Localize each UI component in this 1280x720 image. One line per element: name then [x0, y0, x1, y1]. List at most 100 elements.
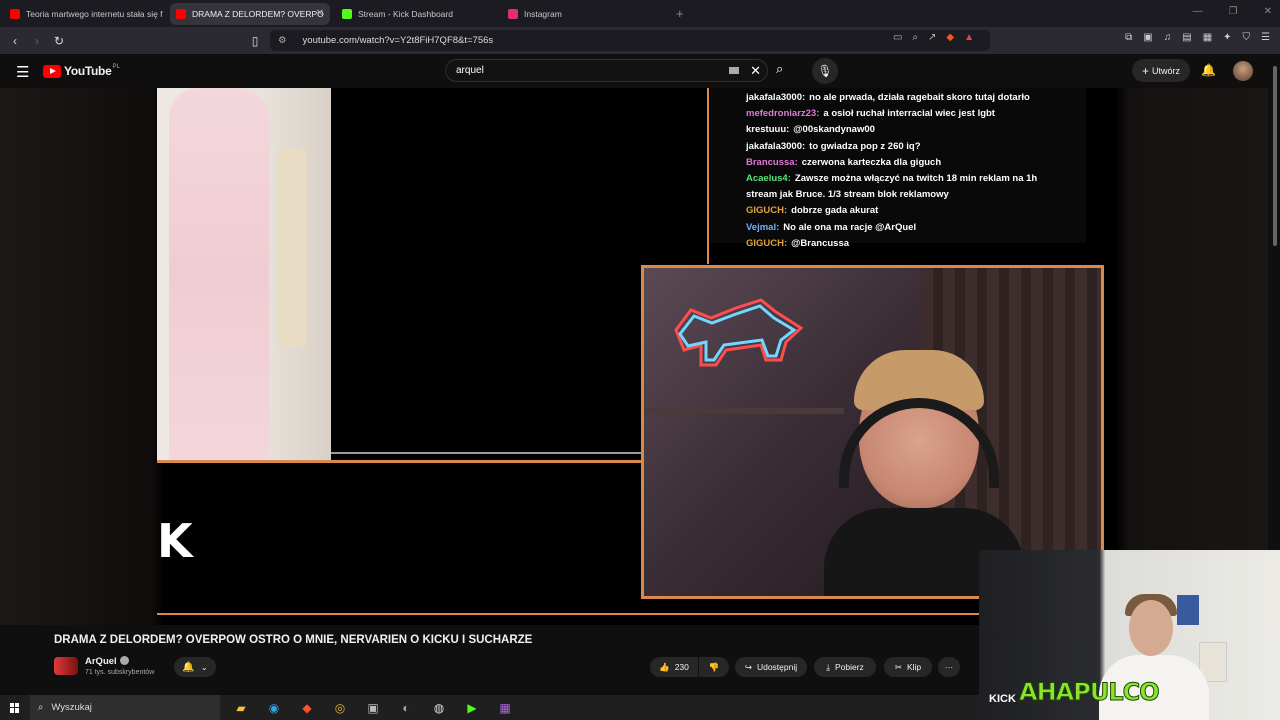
stream-chat: jakafala3000: no ale prwada, działa rageb… — [710, 88, 1086, 249]
youtube-wordmark: YouTube — [64, 64, 112, 78]
back-icon[interactable]: ‹ — [4, 34, 26, 48]
page-scrollbar[interactable] — [1270, 54, 1280, 550]
taskbar-search-label: Wyszukaj — [51, 702, 92, 713]
chat-message: GIGUCH: dobrze gada akurat — [746, 205, 879, 217]
keyboard-icon[interactable] — [729, 67, 739, 74]
create-label: Utwórz — [1152, 65, 1181, 76]
chrome-icon[interactable]: ◎ — [331, 701, 349, 715]
more-icon: ··· — [944, 662, 954, 672]
browser-tab-bar: Teoria martwego internetu stała się f DR… — [0, 0, 1280, 27]
thumbs-up-icon: 👍 — [659, 661, 670, 672]
share-button[interactable]: ↪ Udostępnij — [735, 657, 807, 677]
minimize-icon[interactable]: — — [1193, 6, 1203, 17]
tab-label: Instagram — [524, 8, 562, 19]
plus-icon: + — [1141, 63, 1149, 78]
url-text: youtube.com/watch?v=Y2t8FiH7QF8&t=756s — [302, 35, 494, 46]
tab-label: Teoria martwego internetu stała się f — [26, 8, 163, 19]
microphone-icon[interactable]: 🎙 — [812, 58, 838, 84]
video-photo — [157, 88, 331, 460]
music-icon[interactable]: ♫ — [1164, 32, 1172, 43]
reactor-face — [1129, 600, 1173, 656]
youtube-logo[interactable]: YouTube PL — [43, 64, 120, 78]
dislike-button[interactable]: 👎 — [699, 657, 729, 677]
channel-name[interactable]: ArQuel — [85, 656, 129, 667]
browser-toolbar: ‹ › ↻ ▯ ⚙ youtube.com/watch?v=Y2t8FiH7QF… — [0, 27, 1280, 54]
notifications-icon[interactable]: 🔔 — [1201, 63, 1216, 77]
taskbar-search[interactable]: ⌕ Wyszukaj — [30, 695, 220, 720]
extension-icon[interactable]: ⧉ — [1125, 32, 1132, 43]
youtube-header: ☰ YouTube PL arquel ✕ ⌕ 🎙 + Utwórz 🔔 — [0, 54, 1280, 88]
close-window-icon[interactable]: ✕ — [1264, 6, 1272, 17]
chat-message: Vejmal: No ale ona ma racje @ArQuel — [746, 221, 917, 233]
bookmark-icon[interactable]: ▯ — [244, 34, 266, 48]
create-button[interactable]: + Utwórz — [1132, 59, 1190, 82]
thumbs-down-icon: 👎 — [708, 661, 720, 672]
scissors-icon: ✂ — [894, 661, 902, 672]
video-player[interactable]: K jakafala3000: no ale prwada, działa rag… — [0, 88, 1268, 625]
reactor-facecam: KICK AHAPULCO — [979, 550, 1280, 720]
close-tab-icon[interactable]: ✕ — [316, 8, 324, 19]
download-label: Pobierz — [834, 662, 864, 672]
kick-app-icon[interactable]: ▶ — [463, 701, 481, 715]
browser-tab[interactable]: Teoria martwego internetu stała się f — [4, 3, 164, 25]
address-bar[interactable]: ⚙ youtube.com/watch?v=Y2t8FiH7QF8&t=756s — [270, 30, 990, 51]
subscription-bell-button[interactable]: 🔔 ⌄ — [174, 657, 216, 677]
brave-icon[interactable]: ◆ — [298, 701, 316, 715]
search-icon[interactable]: ⌕ — [776, 61, 783, 77]
overlay-border — [331, 452, 641, 454]
zoom-icon[interactable]: ⌕ — [912, 32, 918, 43]
search-input[interactable]: arquel ✕ — [445, 59, 768, 82]
file-explorer-icon[interactable]: ▰ — [232, 701, 250, 715]
obs-icon[interactable]: ◍ — [430, 701, 448, 715]
screenshot-icon[interactable]: ▣ — [1143, 32, 1152, 43]
menu-icon[interactable]: ☰ — [1261, 32, 1270, 43]
browser-tab[interactable]: Instagram — [502, 3, 662, 25]
video-title: DRAMA Z DELORDEM? OVERPOW OSTRO O MNIE, … — [54, 634, 533, 646]
edge-icon[interactable]: ◉ — [265, 701, 283, 715]
more-actions-button[interactable]: ··· — [938, 657, 960, 677]
subscriber-count: 71 tys. subskrybentów — [85, 669, 155, 676]
brave-shield-icon[interactable]: ◆ — [946, 32, 954, 43]
url-actions: ▭ ⌕ ↗ ◆ ▲ — [893, 32, 974, 43]
new-tab-button[interactable]: + — [676, 6, 684, 21]
neon-bull-sign — [674, 298, 804, 367]
chat-message: Acaelus4: Zawsze można włączyć na twitch … — [746, 172, 1038, 184]
verified-icon — [119, 656, 129, 665]
youtube-play-icon — [43, 64, 61, 78]
like-button[interactable]: 👍 230 — [650, 657, 698, 677]
cushion — [277, 148, 307, 348]
ahapulco-logo: AHAPULCO — [1019, 678, 1161, 707]
steam-icon[interactable]: ◐ — [397, 701, 415, 715]
scrollbar-thumb[interactable] — [1273, 66, 1277, 246]
clear-search-icon[interactable]: ✕ — [750, 63, 761, 79]
youtube-favicon-icon — [10, 8, 20, 19]
rewards-icon[interactable]: ▲ — [964, 32, 974, 43]
maximize-icon[interactable]: ❐ — [1229, 6, 1238, 17]
forward-icon[interactable]: › — [26, 34, 48, 48]
overlay-border — [157, 460, 641, 463]
channel-avatar[interactable] — [54, 657, 78, 675]
site-settings-icon[interactable]: ⚙ — [278, 35, 287, 46]
windows-start-icon[interactable] — [10, 702, 20, 713]
app-icon[interactable]: ▣ — [364, 701, 382, 715]
reload-icon[interactable]: ↻ — [48, 34, 70, 48]
download-icon: ⤓ — [826, 661, 830, 672]
share-icon: ↪ — [744, 661, 752, 672]
youtube-favicon-icon — [176, 8, 186, 19]
clip-button[interactable]: ✂ Klip — [884, 657, 932, 677]
bell-icon: 🔔 — [182, 661, 195, 673]
vpn-icon[interactable]: ⛉ — [1243, 32, 1251, 43]
browser-tab-active[interactable]: DRAMA Z DELORDEM? OVERPO ✕ — [170, 2, 330, 25]
shelf — [644, 408, 844, 414]
share-icon[interactable]: ↗ — [928, 32, 936, 43]
avatar[interactable] — [1233, 61, 1253, 81]
sidebar-icon[interactable]: ▤ — [1182, 32, 1191, 43]
app-icon[interactable]: ▦ — [496, 701, 514, 715]
download-button[interactable]: ⤓ Pobierz — [814, 657, 876, 677]
chat-message: jakafala3000: no ale prwada, działa rageb… — [746, 92, 1030, 103]
browser-tab[interactable]: Stream - Kick Dashboard — [336, 3, 496, 25]
cast-icon[interactable]: ▭ — [893, 32, 902, 43]
wallet-icon[interactable]: ▦ — [1203, 32, 1212, 43]
menu-icon[interactable]: ☰ — [16, 63, 29, 81]
leo-icon[interactable]: ✦ — [1223, 32, 1231, 43]
